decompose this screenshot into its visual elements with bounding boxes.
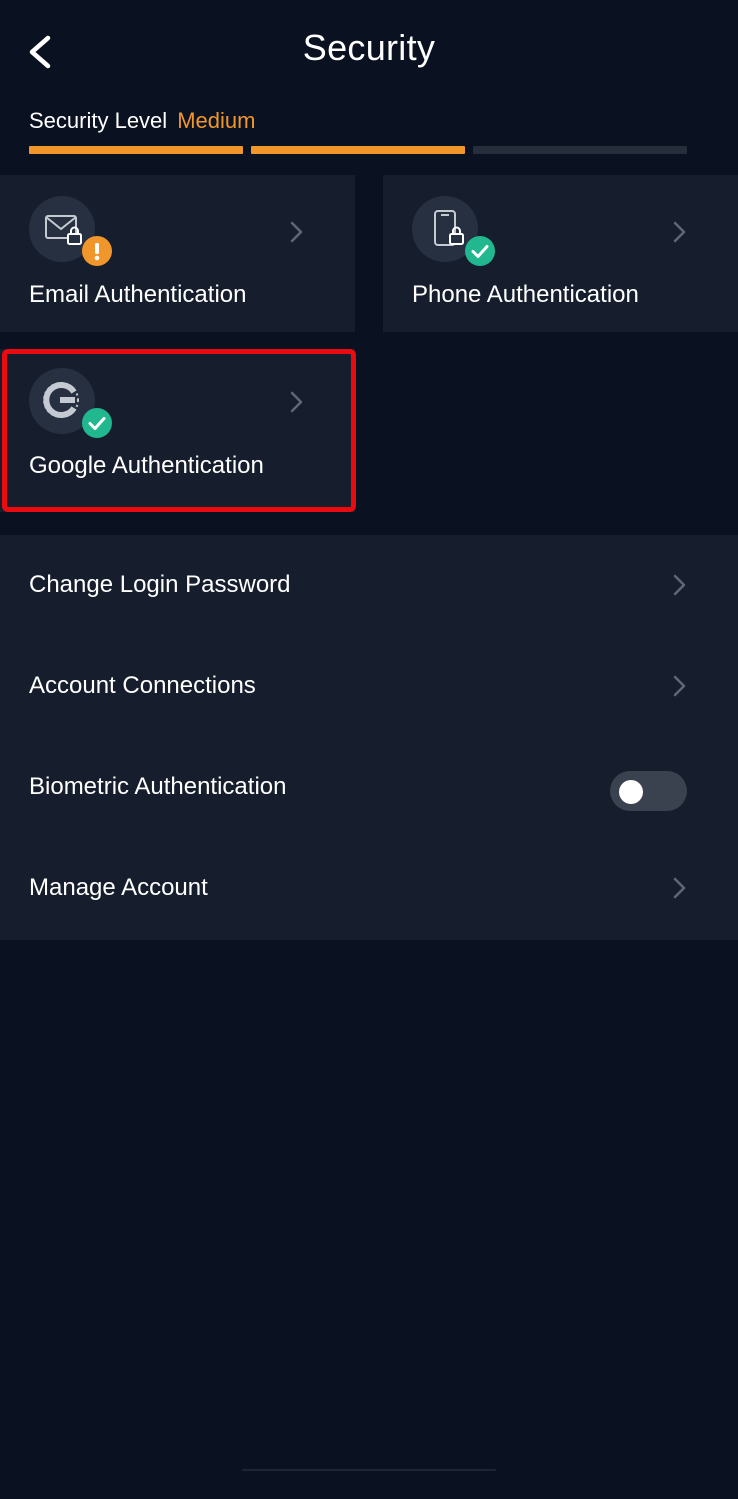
phone-authentication-label: Phone Authentication [412, 281, 639, 308]
settings-list: Change Login Password Account Connection… [0, 535, 738, 940]
verified-check-icon [82, 408, 112, 438]
chevron-right-icon [673, 574, 686, 596]
security-level-segment-filled [251, 146, 465, 154]
manage-account-label: Manage Account [29, 874, 208, 901]
home-indicator [242, 1469, 496, 1471]
biometric-toggle[interactable] [610, 771, 687, 811]
verified-check-icon [465, 236, 495, 266]
chevron-right-icon [673, 221, 686, 243]
security-level-label: Security Level [29, 108, 168, 133]
google-authentication-card[interactable]: Google Authentication [0, 349, 355, 512]
chevron-right-icon [290, 221, 303, 243]
biometric-authentication-row: Biometric Authentication [0, 737, 738, 838]
security-level-meter [29, 146, 687, 155]
chevron-right-icon [673, 675, 686, 697]
security-level: Security Level Medium [29, 108, 255, 134]
email-authentication-card[interactable]: Email Authentication [0, 175, 355, 332]
security-level-segment-empty [473, 146, 687, 154]
account-connections-label: Account Connections [29, 672, 256, 699]
email-authentication-label: Email Authentication [29, 281, 247, 308]
change-login-password-label: Change Login Password [29, 571, 291, 598]
manage-account-row[interactable]: Manage Account [0, 838, 738, 939]
chevron-right-icon [673, 877, 686, 899]
google-authentication-label: Google Authentication [29, 452, 264, 479]
change-login-password-row[interactable]: Change Login Password [0, 535, 738, 636]
security-level-value: Medium [177, 108, 256, 133]
toggle-knob [619, 780, 643, 804]
account-connections-row[interactable]: Account Connections [0, 636, 738, 737]
chevron-right-icon [290, 391, 303, 413]
biometric-authentication-label: Biometric Authentication [29, 773, 287, 800]
page-title: Security [302, 27, 436, 68]
security-level-segment-filled [29, 146, 243, 154]
warning-badge-icon [82, 236, 112, 266]
phone-authentication-card[interactable]: Phone Authentication [383, 175, 738, 332]
security-screen: Security Security Level Medium Email Auth… [0, 0, 738, 1499]
header: Security [0, 0, 738, 100]
